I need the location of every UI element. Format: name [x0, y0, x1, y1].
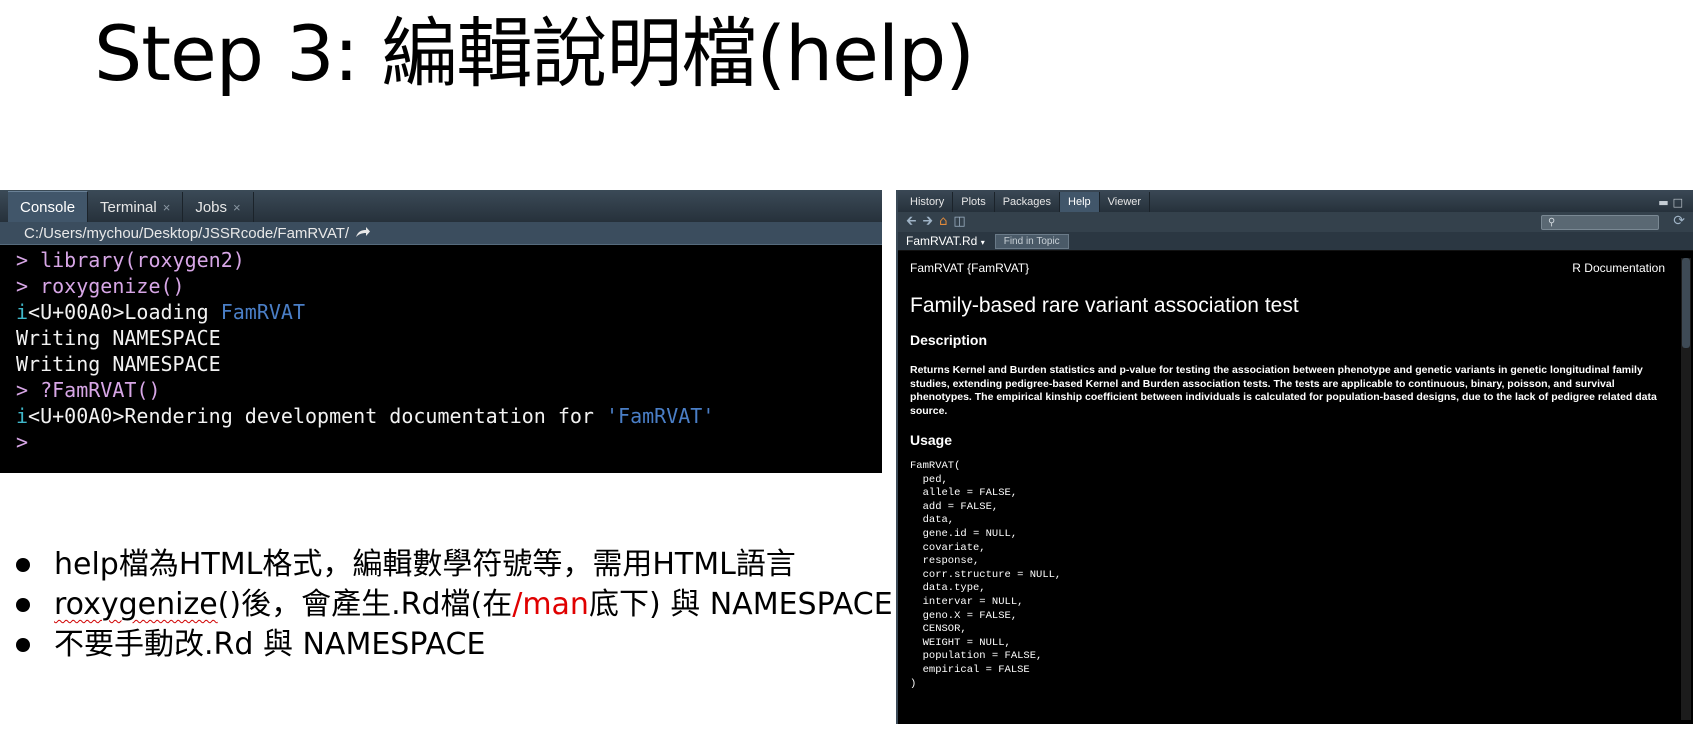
close-icon[interactable]: ×: [233, 200, 241, 215]
help-document: FamRVAT {FamRVAT} R Documentation Family…: [898, 261, 1693, 691]
bullet-dot: [16, 558, 30, 572]
bullet-dot: [16, 638, 30, 652]
command-text: library(roxygen2): [40, 248, 245, 272]
command-text: roxygenize(): [40, 274, 185, 298]
bullet-list: help檔為HTML格式，編輯數學符號等，需用HTML語言 roxygenize…: [14, 545, 893, 665]
help-tabbar: History Plots Packages Help Viewer ▬ □: [898, 190, 1693, 212]
console-line: Writing NAMESPACE: [16, 352, 221, 376]
tab-packages[interactable]: Packages: [995, 192, 1061, 212]
usage-heading: Usage: [910, 432, 953, 448]
slide-title: Step 3: 編輯說明檔(help): [94, 9, 975, 98]
working-directory-bar: C:/Users/mychou/Desktop/JSSRcode/FamRVAT…: [0, 222, 882, 245]
description-heading: Description: [910, 332, 988, 348]
tab-label: Jobs: [195, 198, 228, 216]
tab-help[interactable]: Help: [1060, 192, 1100, 212]
highlight-text: /man: [512, 587, 589, 622]
prompt: >: [16, 378, 29, 402]
topic-dropdown[interactable]: FamRVAT.Rd ▾: [906, 234, 985, 248]
help-scrollbar[interactable]: [1681, 258, 1691, 720]
help-topic-bar: FamRVAT.Rd ▾ Find in Topic: [898, 232, 1693, 251]
refresh-icon[interactable]: ⟳: [1673, 213, 1685, 229]
bullet-item: 不要手動改.Rd 與 NAMESPACE: [14, 625, 893, 665]
working-directory-path: C:/Users/mychou/Desktop/JSSRcode/FamRVAT…: [24, 224, 350, 242]
prompt: >: [16, 248, 29, 272]
help-panel: History Plots Packages Help Viewer ▬ □ 🡰…: [896, 190, 1693, 724]
scrollbar-thumb[interactable]: [1682, 258, 1690, 348]
prompt: >: [16, 274, 29, 298]
search-icon: ⚲: [1548, 217, 1556, 228]
close-icon[interactable]: ×: [163, 200, 171, 215]
bullet-dot: [16, 598, 30, 612]
info-icon: i: [16, 404, 29, 428]
output-text: <U+00A0>Rendering development documentat…: [28, 404, 607, 428]
prompt: >: [16, 430, 29, 454]
bullet-text: ()後，會產生.Rd檔(在: [217, 587, 513, 622]
console-line: i<U+00A0>Rendering development documenta…: [16, 403, 882, 429]
package-name: FamRVAT: [220, 300, 305, 324]
info-icon: i: [16, 300, 29, 324]
console-line: > library(roxygen2): [16, 247, 882, 273]
window-controls: ▬ □: [1658, 196, 1683, 209]
output-text: <U+00A0>Loading: [28, 300, 221, 324]
command-text: ?FamRVAT(): [40, 378, 161, 402]
console-line: > roxygenize(): [16, 273, 882, 299]
usage-code: FamRVAT( ped, allele = FALSE, add = FALS…: [910, 460, 1062, 690]
bullet-text: 不要手動改.Rd 與 NAMESPACE: [54, 627, 486, 662]
arrow-icon[interactable]: [355, 225, 371, 242]
console-line: Writing NAMESPACE: [16, 326, 221, 350]
description-text: Returns Kernel and Burden statistics and…: [910, 364, 1657, 417]
tab-label: Console: [20, 198, 76, 216]
bullet-text: 底下) 與 NAMESPACE: [588, 587, 893, 622]
minimize-icon[interactable]: ▬: [1658, 196, 1668, 209]
home-icon[interactable]: ⌂: [939, 215, 947, 229]
forward-arrow-icon[interactable]: 🡲: [923, 215, 934, 229]
maximize-icon[interactable]: □: [1673, 196, 1683, 209]
console-tabbar: Console Terminal × Jobs ×: [0, 190, 882, 222]
console-output[interactable]: > library(roxygen2) > roxygenize() i<U+00A…: [0, 245, 882, 455]
bullet-text: help檔為HTML格式，編輯數學符號等，需用HTML語言: [54, 547, 796, 582]
popout-icon[interactable]: ◫: [953, 215, 965, 229]
doc-header: FamRVAT {FamRVAT} R Documentation: [910, 261, 1665, 275]
console-line: > ?FamRVAT(): [16, 377, 882, 403]
find-in-topic-input[interactable]: Find in Topic: [994, 233, 1069, 249]
tab-jobs[interactable]: Jobs ×: [183, 192, 254, 222]
tab-console[interactable]: Console: [8, 191, 89, 222]
back-arrow-icon[interactable]: 🡰: [906, 215, 917, 229]
package-name: 'FamRVAT': [606, 404, 715, 428]
tab-label: Terminal: [100, 198, 157, 216]
tab-terminal[interactable]: Terminal ×: [88, 192, 184, 222]
spellcheck-word: roxygenize: [54, 587, 218, 622]
topic-name: FamRVAT.Rd: [906, 234, 978, 248]
console-panel: Console Terminal × Jobs × C:/Users/mychou/…: [0, 190, 882, 473]
console-line: >: [16, 429, 882, 455]
doc-source-label: R Documentation: [1572, 261, 1665, 275]
bullet-item: roxygenize ()後，會產生.Rd檔(在/man 底下) 與 NAMESPA…: [14, 585, 893, 625]
doc-title: Family-based rare variant association te…: [910, 294, 1299, 317]
console-line: i<U+00A0>Loading FamRVAT: [16, 299, 882, 325]
tab-viewer[interactable]: Viewer: [1100, 192, 1151, 212]
doc-topic-label: FamRVAT {FamRVAT}: [910, 261, 1030, 275]
chevron-down-icon: ▾: [980, 238, 985, 247]
bullet-item: help檔為HTML格式，編輯數學符號等，需用HTML語言: [14, 545, 893, 585]
help-search-input[interactable]: ⚲: [1541, 215, 1659, 230]
help-toolbar: 🡰 🡲 ⌂ ◫ ⚲ ⟳: [898, 212, 1693, 232]
tab-plots[interactable]: Plots: [953, 192, 995, 212]
tab-history[interactable]: History: [902, 192, 954, 212]
